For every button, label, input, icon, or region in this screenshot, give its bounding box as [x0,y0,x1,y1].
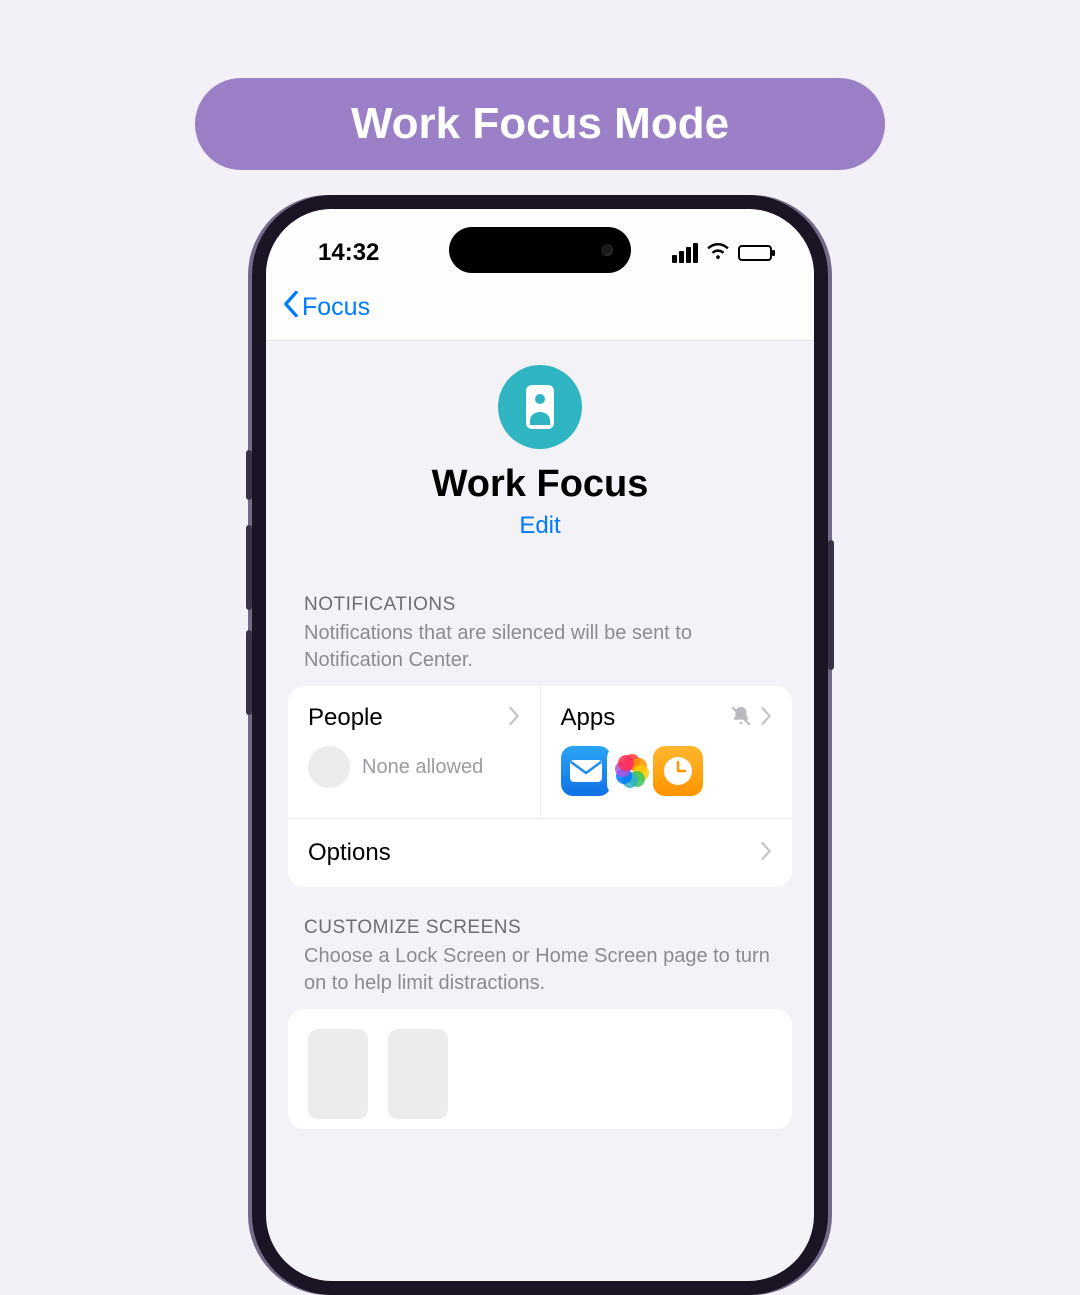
cellular-icon [672,243,698,263]
section-subtitle: Choose a Lock Screen or Home Screen page… [288,943,792,1009]
banner-title: Work Focus Mode [351,99,729,149]
notifications-section: NOTIFICATIONS Notifications that are sil… [266,564,814,887]
people-title: People [308,704,383,732]
mail-app-icon [561,746,611,796]
wifi-icon [706,242,730,265]
phone-power-button [828,540,834,670]
back-button[interactable]: Focus [282,291,370,324]
content-area: Work Focus Edit NOTIFICATIONS Notificati… [266,341,814,1129]
options-label: Options [308,839,391,867]
focus-hero: Work Focus Edit [266,341,814,564]
back-label: Focus [302,293,370,322]
status-time: 14:32 [318,239,379,267]
phone-volume-down [246,630,252,715]
chevron-right-icon [760,839,772,867]
chevron-right-icon [508,707,520,730]
page-banner: Work Focus Mode [195,78,885,170]
focus-badge-icon [498,365,582,449]
chevron-left-icon [282,291,300,324]
people-status: None allowed [362,756,483,779]
options-cell[interactable]: Options [288,819,792,887]
customize-section: CUSTOMIZE SCREENS Choose a Lock Screen o… [266,887,814,1129]
clock-app-icon [653,746,703,796]
phone-side-button [246,450,252,500]
apps-title: Apps [561,704,616,732]
focus-title: Work Focus [432,463,649,506]
phone-frame: 14:32 Focus [252,195,828,1295]
section-header: CUSTOMIZE SCREENS [288,917,792,943]
notifications-card: People None allowed [288,686,792,887]
home-screen-thumb[interactable] [388,1029,448,1119]
battery-icon [738,245,772,261]
status-right [672,242,772,265]
apps-cell[interactable]: Apps [541,686,793,818]
chevron-right-icon [760,707,772,730]
section-header: NOTIFICATIONS [288,594,792,620]
dynamic-island [449,227,631,273]
screens-card [288,1009,792,1129]
people-cell[interactable]: People None allowed [288,686,541,818]
allowed-apps [561,746,699,796]
phone-volume-up [246,525,252,610]
photos-app-icon [607,746,657,796]
lock-screen-thumb[interactable] [308,1029,368,1119]
section-subtitle: Notifications that are silenced will be … [288,620,792,686]
empty-avatar-icon [308,746,350,788]
edit-button[interactable]: Edit [519,512,560,540]
muted-bell-icon [730,705,752,732]
nav-bar: Focus [266,279,814,341]
phone-screen: 14:32 Focus [266,209,814,1281]
